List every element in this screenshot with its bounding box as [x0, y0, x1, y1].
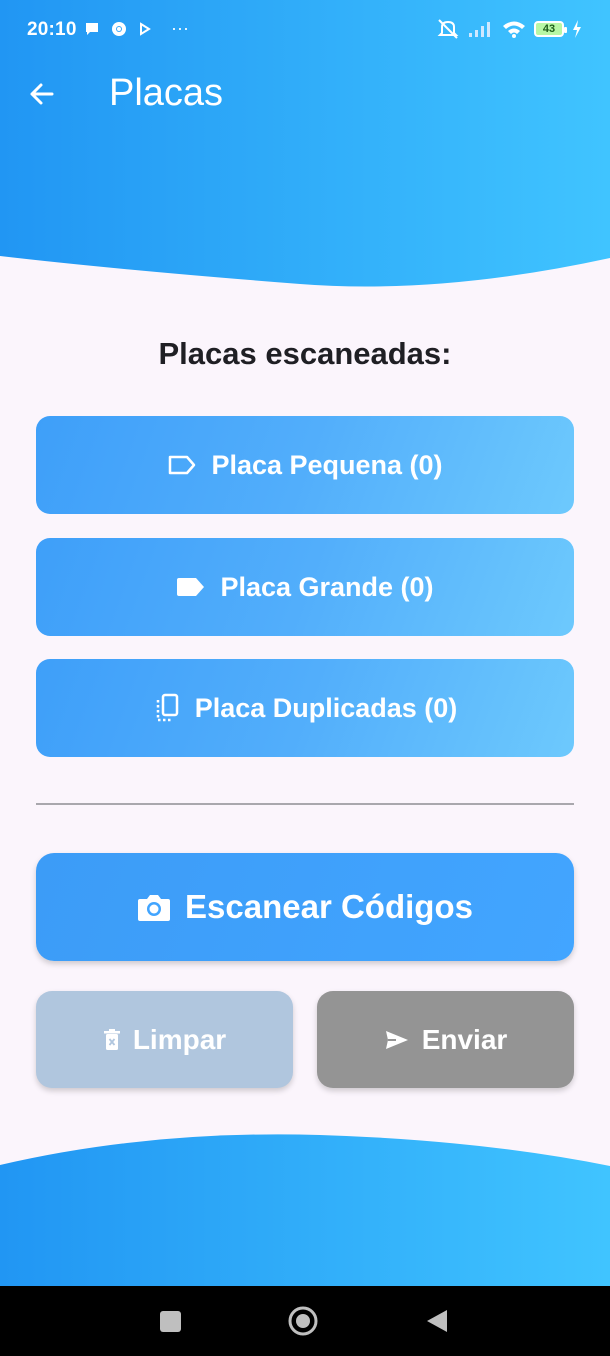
app-bar: Placas [0, 62, 610, 134]
duplicate-icon [156, 693, 178, 722]
mute-icon [437, 19, 459, 39]
send-button[interactable]: Enviar [317, 991, 574, 1088]
page-title: Placas [109, 72, 224, 114]
recents-icon[interactable] [160, 1311, 181, 1332]
camera-icon [138, 895, 171, 921]
send-label: Enviar [421, 1023, 508, 1055]
battery-level: 43 [542, 23, 556, 35]
status-time: 20:10 [27, 19, 77, 40]
home-icon[interactable] [287, 1305, 319, 1337]
chrome-icon [112, 21, 126, 36]
duplicate-plate-button[interactable]: Placa Duplicadas (0) [36, 659, 574, 757]
divider [36, 803, 574, 805]
signal-icon [469, 22, 490, 37]
status-notification-icons: ··· [84, 18, 189, 39]
chat-icon [86, 22, 98, 35]
label-outline-icon [169, 455, 196, 475]
section-title: Placas escaneadas: [158, 336, 452, 371]
clear-label: Limpar [132, 1023, 227, 1055]
footer-wave-background [0, 1134, 610, 1290]
wifi-icon [503, 21, 525, 38]
charging-icon [573, 20, 581, 38]
arrow-left-icon[interactable] [22, 74, 62, 114]
delete-icon [103, 1028, 120, 1050]
back-triangle-icon[interactable] [425, 1308, 449, 1334]
send-icon [385, 1030, 408, 1049]
more-notifications-icon: ··· [171, 18, 189, 38]
large-plate-button[interactable]: Placa Grande (0) [36, 538, 574, 636]
duplicate-plate-label: Placa Duplicadas (0) [194, 692, 458, 723]
battery-icon: 43 [534, 21, 567, 37]
play-icon [140, 21, 151, 36]
small-plate-label: Placa Pequena (0) [211, 449, 443, 480]
small-plate-button[interactable]: Placa Pequena (0) [36, 416, 574, 514]
status-system-icons: 43 [436, 18, 582, 40]
scan-codes-label: Escanear Códigos [185, 888, 473, 925]
system-navigation-bar [0, 1286, 610, 1356]
status-bar: 20:10 ··· 43 [0, 0, 610, 62]
label-filled-icon [177, 578, 205, 596]
large-plate-label: Placa Grande (0) [220, 571, 434, 602]
clear-button[interactable]: Limpar [36, 991, 293, 1088]
scan-codes-button[interactable]: Escanear Códigos [36, 853, 574, 961]
